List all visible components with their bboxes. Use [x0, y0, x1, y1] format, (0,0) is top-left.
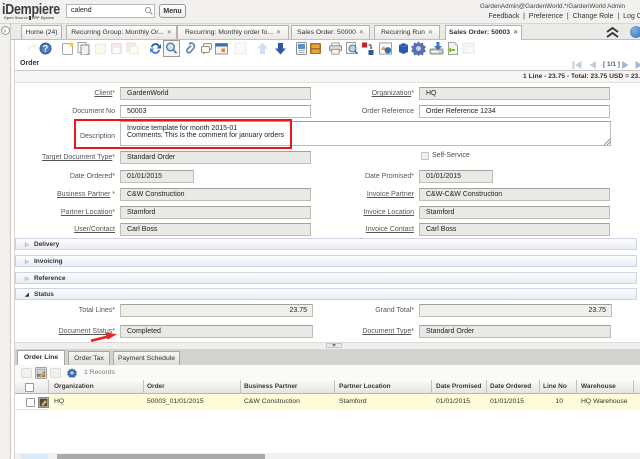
svg-text:?: ?	[43, 44, 49, 54]
